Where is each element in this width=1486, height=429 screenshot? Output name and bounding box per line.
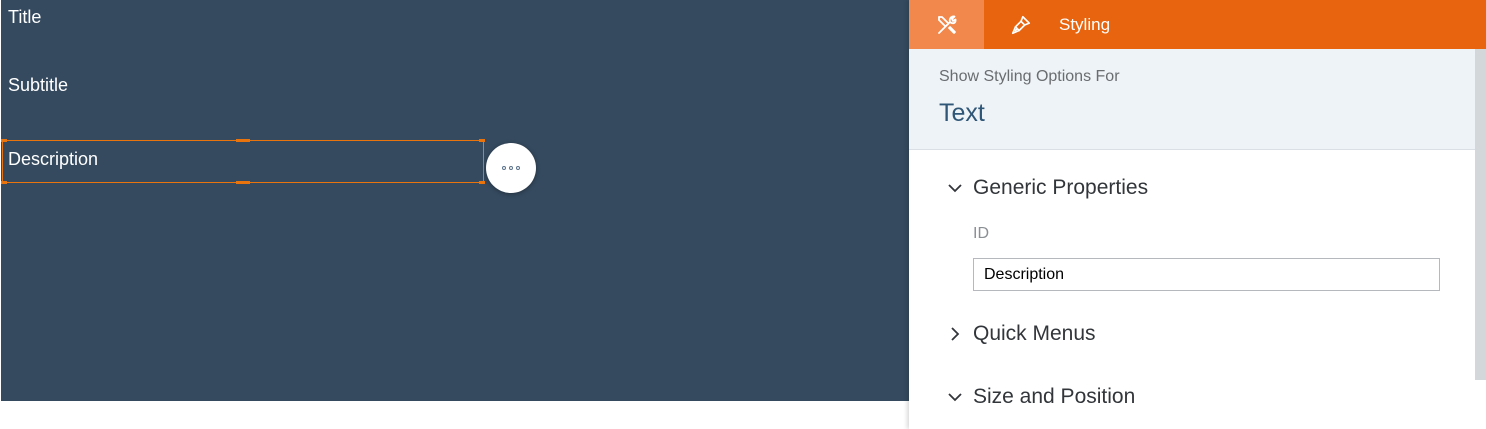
tab-styling-label: Styling [1059, 14, 1111, 34]
chevron-down-icon [947, 389, 963, 405]
tools-icon [937, 15, 956, 34]
section-quick-menus-label: Quick Menus [973, 322, 1096, 345]
resize-handle-bottom-right[interactable] [479, 181, 485, 184]
tab-styling[interactable]: Styling [984, 0, 1110, 49]
chevron-right-icon [947, 326, 963, 342]
resize-handle-bottom-left[interactable] [1, 181, 7, 184]
styling-panel: Styling Show Styling Options For Text Ge… [909, 0, 1486, 429]
id-field[interactable] [973, 258, 1440, 291]
story-canvas[interactable]: Title Subtitle Description [1, 0, 909, 401]
tab-builder[interactable] [909, 0, 984, 49]
paint-brush-icon [1008, 12, 1034, 38]
canvas-description-text[interactable]: Description [8, 148, 98, 170]
resize-handle-bottom[interactable] [236, 181, 250, 184]
id-field-label: ID [973, 225, 989, 242]
more-actions-button[interactable] [486, 143, 536, 193]
section-size-and-position-label: Size and Position [973, 385, 1136, 408]
section-generic-properties-label: Generic Properties [973, 176, 1149, 199]
resize-handle-top-right[interactable] [479, 139, 485, 142]
panel-scrollbar[interactable] [1475, 49, 1486, 380]
panel-tab-bar: Styling [909, 0, 1486, 49]
ellipsis-icon [502, 166, 520, 170]
canvas-title-text[interactable]: Title [8, 6, 41, 28]
show-styling-for-label: Show Styling Options For [939, 68, 1120, 85]
canvas-subtitle-text[interactable]: Subtitle [8, 74, 68, 96]
chevron-down-icon [947, 180, 963, 196]
section-generic-properties[interactable]: Generic Properties [947, 176, 1148, 200]
styling-target-header: Show Styling Options For Text [909, 49, 1475, 150]
resize-handle-top[interactable] [236, 139, 250, 142]
section-quick-menus[interactable]: Quick Menus [947, 322, 1096, 346]
app-root: Title Subtitle Description Styling Show … [0, 0, 1486, 429]
section-size-and-position[interactable]: Size and Position [947, 385, 1135, 409]
styling-target-type: Text [939, 99, 985, 127]
resize-handle-top-left[interactable] [1, 139, 7, 142]
